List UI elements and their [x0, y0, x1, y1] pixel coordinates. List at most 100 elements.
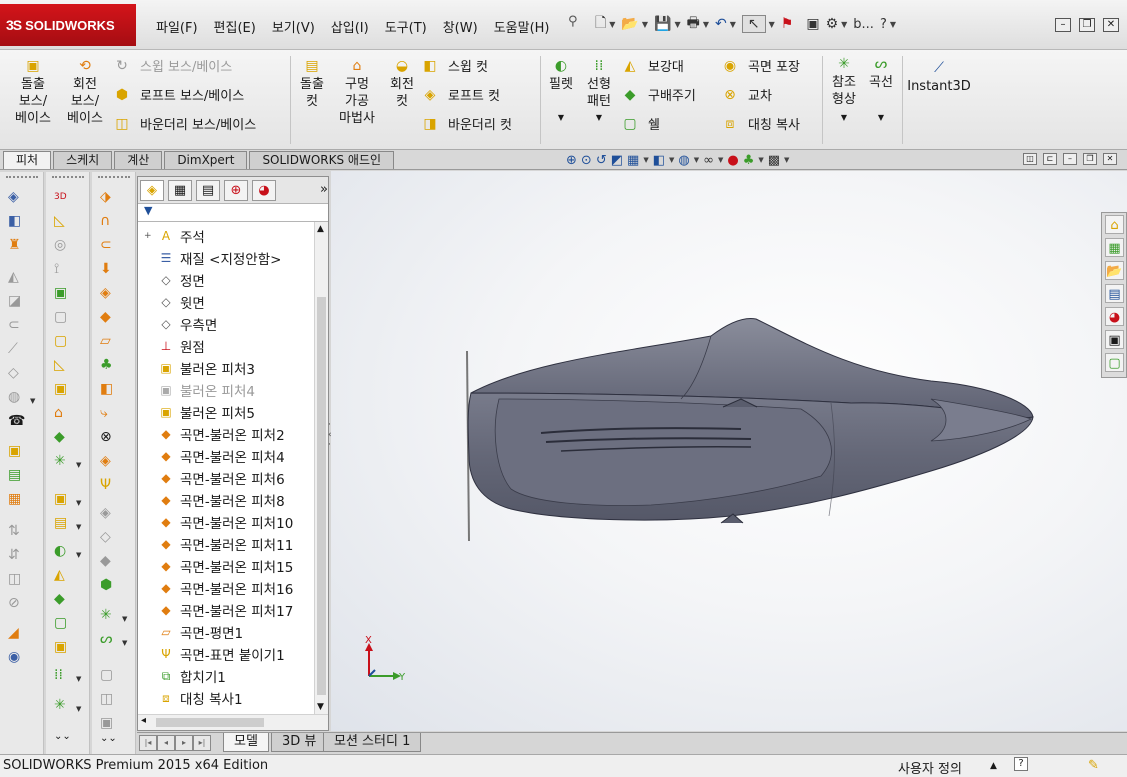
previous-view-icon[interactable]: ↺ [596, 153, 607, 168]
swept-cut-button[interactable]: ◧ 스윕 컷 [420, 56, 488, 76]
scrollbar-thumb[interactable] [156, 718, 264, 727]
section-view-icon[interactable]: ◩ [611, 153, 623, 168]
toolbar-grip[interactable] [52, 176, 84, 178]
solidworks-resources-icon[interactable]: ⌂ [1105, 215, 1124, 234]
tool-icon[interactable]: ◎ [54, 236, 82, 254]
expand-toggle-icon[interactable]: + [144, 231, 156, 241]
display-manager-tab-icon[interactable]: ◕ [252, 180, 276, 201]
feature-tree-item[interactable]: ◆ 곡면-불러온 피처8 [144, 489, 314, 511]
view-palette-icon[interactable]: ▤ [1105, 284, 1124, 303]
curves-button[interactable]: ᔕ 곡선 ▼ [864, 56, 898, 126]
tool-icon[interactable]: ◧ [8, 212, 36, 230]
fillet-button[interactable]: ◐ 필렛 ▼ [546, 58, 576, 126]
tool-icon[interactable]: ▢ [54, 332, 82, 350]
tool-icon[interactable]: ▣ [8, 442, 36, 460]
tool-icon[interactable]: ◉ [8, 648, 36, 666]
viewport-link-icon[interactable]: ⊏ [1043, 153, 1057, 165]
property-manager-tab-icon[interactable]: ▦ [168, 180, 192, 201]
tool-icon[interactable]: ◫ [100, 690, 128, 708]
minimize-window-icon[interactable]: – [1055, 18, 1071, 32]
chevron-down-icon[interactable]: ▼ [718, 156, 723, 168]
feature-tree-vertical-scrollbar[interactable]: ▲ ▼ [314, 222, 328, 714]
tool-icon[interactable]: ◇ [8, 364, 36, 382]
tool-icon[interactable]: ◈ [100, 284, 128, 302]
lofted-cut-button[interactable]: ◈ 로프트 컷 [420, 85, 500, 105]
feature-tree-item[interactable]: ▣ 불러온 피처3 [144, 357, 314, 379]
quick-tips-help-icon[interactable]: ? [1014, 757, 1028, 771]
tool-icon[interactable]: ♣ [100, 356, 128, 374]
menu-insert[interactable]: 삽입(I) [323, 15, 377, 38]
tool-icon[interactable]: ⬢ [100, 576, 128, 594]
pin-menu-icon[interactable]: ⚲ [568, 14, 578, 29]
intersect-button[interactable]: ⊗ 교차 [720, 85, 772, 105]
next-tab-icon[interactable]: ▸ [175, 735, 193, 751]
dimxpert-manager-tab-icon[interactable]: ⊕ [224, 180, 248, 201]
file-properties-icon[interactable]: ▣ [806, 16, 819, 32]
tool-icon[interactable]: Ψ [100, 476, 128, 494]
feature-tree-item[interactable]: ⧈ 대칭 복사1 [144, 687, 314, 709]
hide-show-items-icon[interactable]: ∞ [703, 153, 714, 168]
dynamic-annotation-icon[interactable]: ▦ [627, 153, 639, 168]
filter-icon[interactable]: ▼ [144, 204, 152, 217]
tab-sketch[interactable]: 스케치 [53, 151, 113, 169]
select-cursor-icon[interactable]: ↖ [741, 15, 766, 33]
feature-tree-horizontal-scrollbar[interactable]: ◂ [138, 714, 328, 730]
graphics-area[interactable]: X Y [331, 171, 1127, 731]
feature-tree-item[interactable]: ◆ 곡면-불러온 피처16 [144, 577, 314, 599]
chevron-down-icon[interactable]: ▼ [841, 20, 847, 29]
user-account[interactable]: b... [853, 17, 874, 32]
tool-icon[interactable]: ⤷ [100, 404, 128, 422]
tool-icon[interactable]: ♜ [8, 236, 36, 254]
tool-icon[interactable]: ∩ [100, 212, 128, 230]
tool-icon[interactable]: ▢ [100, 666, 128, 684]
tool-icon[interactable]: ◧ [100, 380, 128, 398]
tool-icon[interactable]: ⟟ [54, 260, 82, 278]
undo-icon[interactable]: ↶ [715, 16, 727, 32]
tab-addins[interactable]: SOLIDWORKS 애드인 [249, 151, 395, 169]
mirror-button[interactable]: ⧈ 대칭 복사 [720, 114, 800, 134]
chevron-down-icon[interactable]: ▼ [826, 109, 862, 126]
lofted-boss-button[interactable]: ⬢ 로프트 보스/베이스 [112, 85, 244, 105]
configuration-manager-tab-icon[interactable]: ▤ [196, 180, 220, 201]
feature-tree-item[interactable]: ◆ 곡면-불러온 피처11 [144, 533, 314, 555]
tool-icon[interactable]: ⇵ [8, 546, 36, 564]
chevron-up-icon[interactable]: ▲ [990, 761, 997, 771]
close-window-icon[interactable]: ✕ [1103, 18, 1119, 32]
scroll-up-icon[interactable]: ▲ [317, 224, 324, 234]
chevron-down-icon[interactable]: ▼ [642, 20, 648, 29]
swept-boss-button[interactable]: ↻ 스윕 보스/베이스 [112, 56, 232, 76]
feature-tree-item[interactable]: ☰ 재질 <지정안함> [144, 247, 314, 269]
menu-file[interactable]: 파일(F) [148, 15, 206, 38]
boundary-cut-button[interactable]: ◨ 바운더리 컷 [420, 114, 512, 134]
tool-icon[interactable]: ▣ [54, 638, 82, 656]
instant3d-button[interactable]: ⟋ Instant3D [906, 60, 972, 95]
tool-icon[interactable]: ◆ [54, 590, 82, 608]
shell-button[interactable]: ▢ 쉘 [620, 114, 660, 134]
rebuild-indicator-icon[interactable]: ✎ [1088, 758, 1099, 773]
feature-tree-item[interactable]: Ψ 곡면-표면 붙이기1 [144, 643, 314, 665]
feature-tree-item[interactable]: ◆ 곡면-불러온 피처6 [144, 467, 314, 489]
tool-icon[interactable]: ◆ [100, 552, 128, 570]
chevron-down-icon[interactable]: ▼ [730, 20, 736, 29]
options-gear-icon[interactable]: ⚙ [826, 16, 839, 32]
feature-tree-item[interactable]: ◇ 정면 [144, 269, 314, 291]
first-tab-icon[interactable]: |◂ [139, 735, 157, 751]
rib-button[interactable]: ◭ 보강대 [620, 56, 684, 76]
tool-icon[interactable]: ☎ [8, 412, 36, 430]
tool-icon[interactable]: ⊘ [8, 594, 36, 612]
zoom-to-area-icon[interactable]: ⊙ [581, 153, 592, 168]
reference-geometry-button[interactable]: ✳ 참조 형상 ▼ [826, 56, 862, 126]
menu-edit[interactable]: 편집(E) [206, 15, 264, 38]
view-settings-icon[interactable]: ▩ [768, 153, 780, 168]
revolved-boss-button[interactable]: ⟲ 회전 보스/ 베이스 [62, 58, 108, 127]
tab-motion-study[interactable]: 모션 스터디 1 [323, 733, 422, 752]
feature-tree-item[interactable]: ◇ 우측면 [144, 313, 314, 335]
tool-icon[interactable]: ⌂ [54, 404, 82, 422]
feature-tree-item[interactable]: ◆ 곡면-불러온 피처10 [144, 511, 314, 533]
chevron-down-icon[interactable]: ▼ [703, 20, 709, 29]
feature-filter-bar[interactable]: ▼ [138, 204, 328, 222]
boundary-boss-button[interactable]: ◫ 바운더리 보스/베이스 [112, 114, 256, 134]
wrap-button[interactable]: ◉ 곡면 포장 [720, 56, 800, 76]
unit-system-selector[interactable]: 사용자 정의 [898, 758, 962, 777]
feature-tree-item[interactable]: ◆ 곡면-불러온 피처2 [144, 423, 314, 445]
